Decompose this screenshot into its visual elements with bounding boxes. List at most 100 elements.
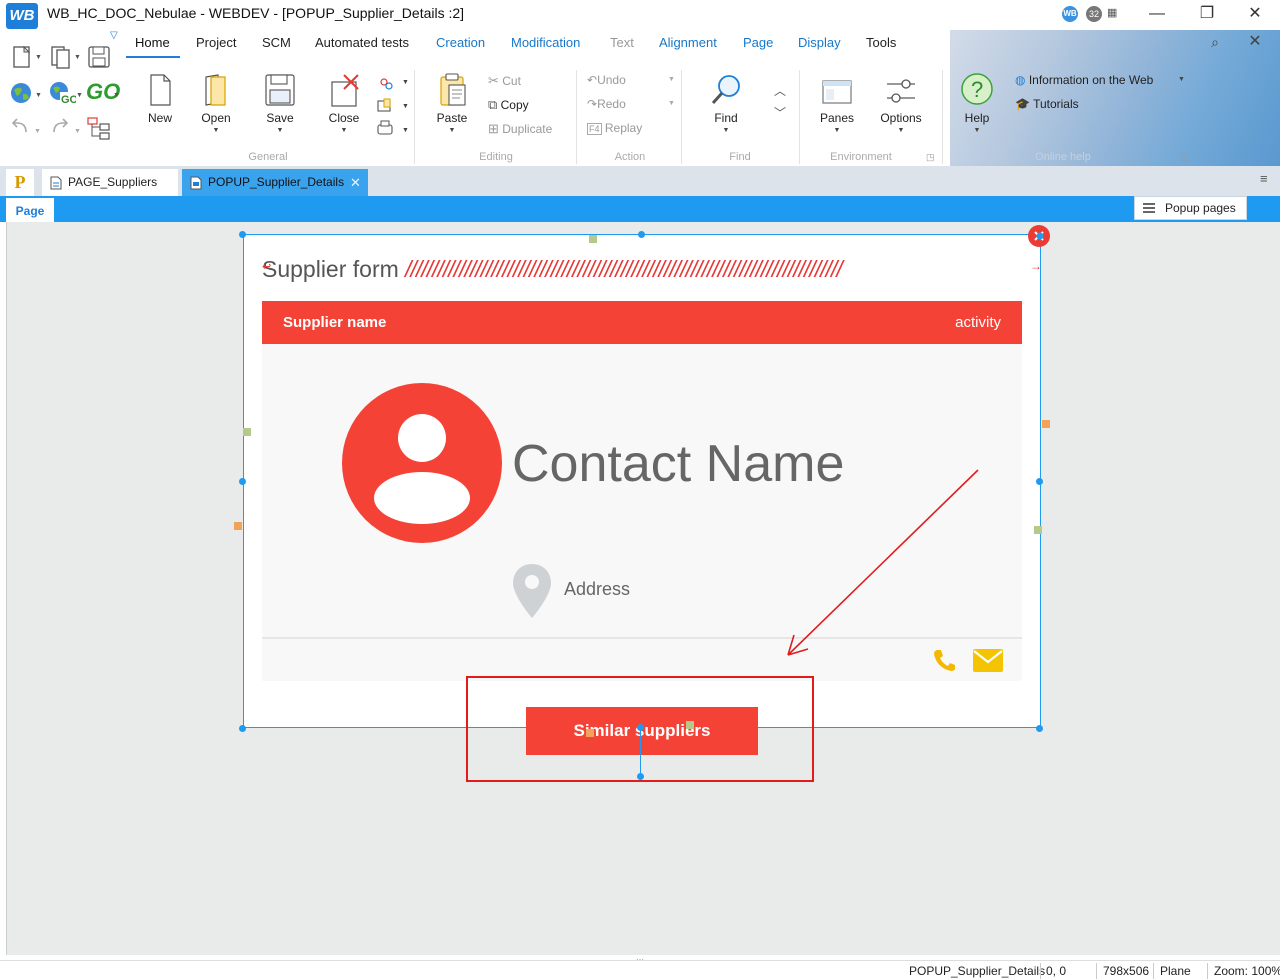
window-title: WB_HC_DOC_Nebulae - WEBDEV - [POPUP_Supp… [47,5,465,21]
help-question-icon: ? [961,73,993,105]
redo-button[interactable]: ↷Redo [587,97,626,111]
tab-creation[interactable]: Creation [436,32,485,58]
anchor-right-arrow-icon: → [1030,259,1042,273]
group-separator [942,70,943,164]
page-type-icon[interactable]: P [6,169,34,196]
group-separator [576,70,577,164]
help-button[interactable]: ? Help ▼ [956,72,998,134]
tab-list-icon[interactable]: ≡ [1260,171,1268,186]
tab-home[interactable]: Home [126,32,180,58]
tutorials-button[interactable]: 🎓 Tutorials [1015,97,1079,111]
anchor-marker [589,235,597,243]
undo-button[interactable]: ↶Undo [587,73,626,87]
project-explorer-icon[interactable] [86,115,112,141]
dialog-launcher-icon[interactable]: ◳ [926,152,935,163]
close-window-button[interactable]: ✕ [1232,2,1278,26]
new-file-icon [150,74,171,106]
new-doc-icon[interactable] [10,44,36,70]
tab-tools[interactable]: Tools [866,32,896,58]
tab-modification[interactable]: Modification [511,32,580,58]
find-group-label: Find [729,151,751,163]
popup-file-icon [190,176,202,190]
anchor-marker [1034,526,1042,534]
close-tab-icon[interactable]: ✕ [350,169,361,196]
annotation-arrow [787,469,979,656]
new-button[interactable]: New [140,72,180,125]
help-label: Help [964,111,990,125]
tab-automated-tests[interactable]: Automated tests [315,32,409,58]
tab-page[interactable]: Page [743,32,773,58]
tab-scm[interactable]: SCM [262,32,291,58]
save-icon[interactable] [86,44,112,70]
resize-handle[interactable] [239,478,246,485]
forward-icon[interactable] [48,117,72,139]
action-group-label: Action [614,151,646,163]
globe-go-icon[interactable]: GO [48,80,76,106]
find-button[interactable]: Find ▼ [706,72,746,134]
popup-pages-button[interactable]: Popup pages [1134,196,1247,220]
duplicate-icon: ⊞ [488,121,499,136]
resize-handle[interactable] [239,231,246,238]
paste-button[interactable]: Paste ▼ [431,72,473,134]
tab-display[interactable]: Display [798,32,841,58]
title-bar: WB WB_HC_DOC_Nebulae - WEBDEV - [POPUP_S… [0,0,1280,30]
tab-text[interactable]: Text [610,32,634,58]
tab-alignment[interactable]: Alignment [659,32,717,58]
resize-handle[interactable] [1036,478,1043,485]
redo-icon: ↷ [587,97,598,111]
dialog-launcher-icon[interactable]: ◳ [1180,152,1189,163]
tab-project[interactable]: Project [196,32,236,58]
chevron-up-icon[interactable]: ︿ [774,82,786,99]
doc-tab-page-suppliers[interactable]: PAGE_Suppliers [42,169,178,196]
resize-handle[interactable] [239,725,246,732]
grid-icon[interactable]: ▦ [1107,7,1120,20]
info-web-button[interactable]: ◍ Information on the Web [1015,73,1153,87]
replay-button[interactable]: F4 Replay [587,121,642,135]
customize-qa-icon[interactable]: ▽ [110,30,118,41]
notification-count-badge[interactable]: 32 [1086,6,1102,22]
restore-button[interactable]: ❐ [1184,2,1230,26]
supplier-form-title: Supplier form [262,256,399,282]
options-button[interactable]: Options ▼ [878,72,924,134]
chevron-down-icon[interactable]: ﹀ [774,104,786,121]
close-popup-icon[interactable] [1026,224,1052,250]
avatar-icon [342,383,502,543]
back-icon[interactable] [8,117,32,139]
close-document-button[interactable]: ✕ [1232,30,1278,54]
go-icon[interactable]: GO [86,79,120,105]
anchor-marker [243,428,251,436]
doc-tab-popup-supplier-details[interactable]: POPUP_Supplier_Details ✕ [182,169,368,196]
open-doc-icon[interactable] [48,44,74,70]
globe-icon[interactable] [8,80,36,106]
document-tabs-bar: P PAGE_Suppliers POPUP_Supplier_Details … [0,166,1280,196]
page-file-icon [50,176,62,190]
cut-button[interactable]: ✂ Cut [488,73,521,89]
anchor-left-arrow-icon: ↩ [262,261,272,273]
resize-handle[interactable] [1036,725,1043,732]
popup-pages-label: Popup pages [1165,201,1236,215]
copy-button[interactable]: ⧉ Copy [488,97,529,113]
panes-button[interactable]: Panes ▼ [816,72,858,134]
minimize-button[interactable]: — [1134,2,1180,26]
redo-label: Redo [597,97,626,111]
status-plane: Plane [1160,964,1191,978]
close-doc-icon [331,74,359,107]
doc-tab-label: POPUP_Supplier_Details [208,175,345,189]
splitter-grip-icon[interactable]: ⋯ [636,955,644,964]
hamburger-icon [1143,203,1155,213]
duplicate-button[interactable]: ⊞ Duplicate [488,121,552,137]
graduation-cap-icon: 🎓 [1015,97,1030,111]
address-label: Address [564,579,631,599]
find-label: Find [714,111,738,125]
editing-group-label: Editing [479,151,513,163]
wb-badge-icon[interactable]: WB [1062,6,1078,22]
save-button[interactable]: Save ▼ [258,72,302,134]
resize-handle[interactable] [638,231,645,238]
status-bar: ⋯ POPUP_Supplier_Details 0, 0 798x506 Pl… [0,955,1280,980]
supplier-header-band: Supplier name activity [262,301,1022,344]
general-small-icons[interactable]: ▼ ▼ ▼ [376,74,410,140]
open-button[interactable]: Open ▼ [195,72,237,134]
close-button[interactable]: Close ▼ [324,72,364,134]
page-tab[interactable]: Page [6,198,54,222]
save-label: Save [266,111,294,125]
